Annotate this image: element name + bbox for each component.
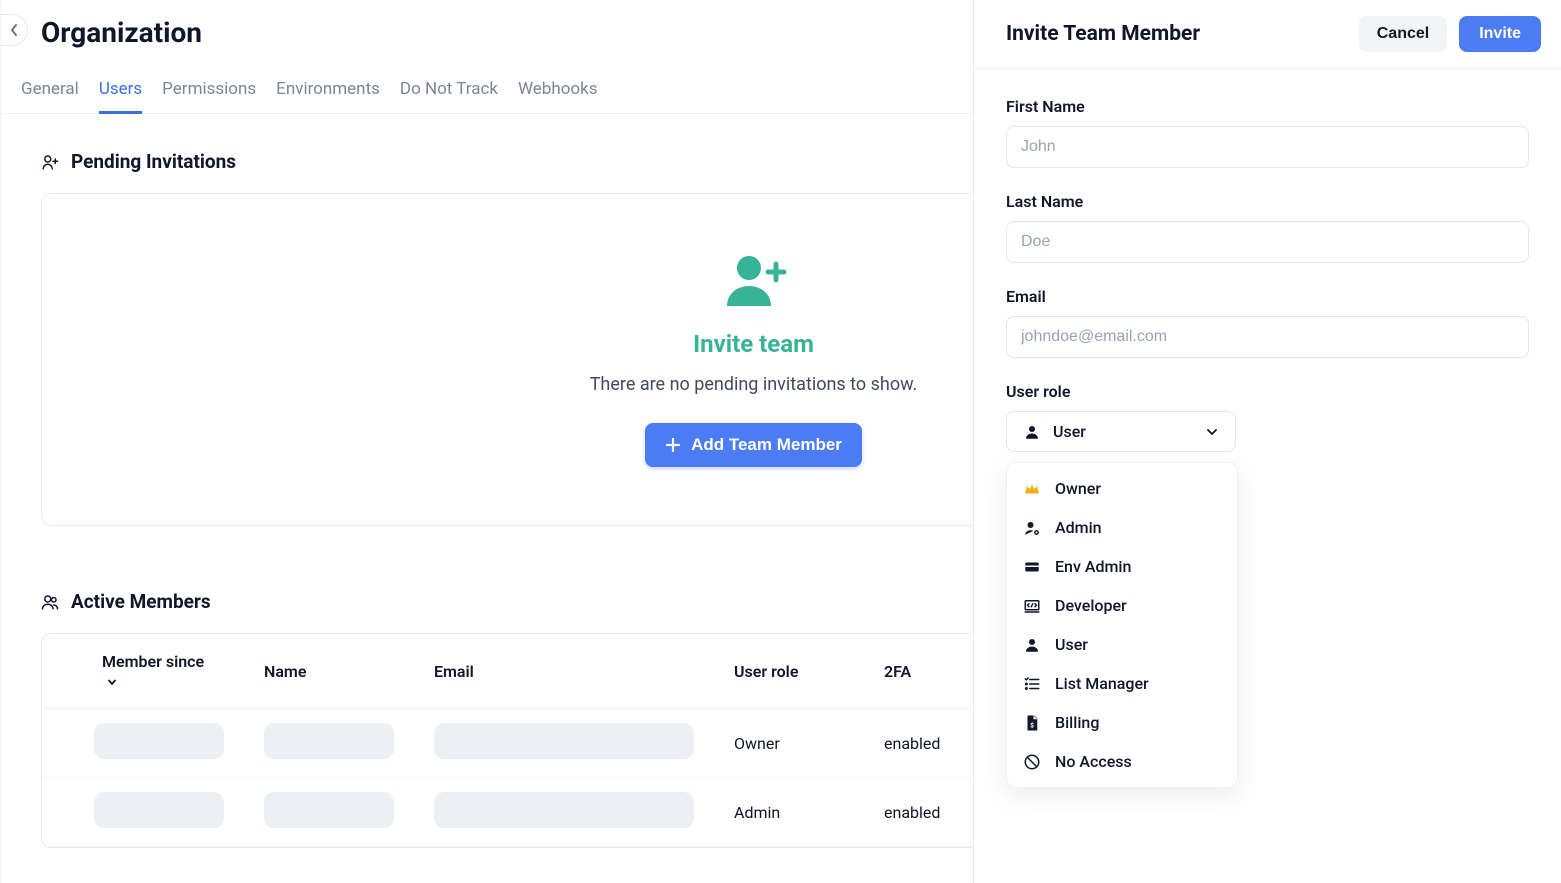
invite-button[interactable]: Invite [1459, 16, 1541, 52]
tab-general[interactable]: General [21, 69, 79, 113]
row-role: Admin [714, 778, 864, 847]
ban-icon [1023, 753, 1041, 771]
skeleton-placeholder [434, 723, 694, 759]
user-cog-icon [1023, 519, 1041, 537]
role-dropdown: Owner Admin Env Admin Developer User [1006, 462, 1238, 788]
skeleton-placeholder [264, 723, 394, 759]
role-select-value: User [1053, 422, 1086, 441]
skeleton-placeholder [434, 792, 694, 828]
skeleton-placeholder [264, 792, 394, 828]
email-label: Email [1006, 287, 1529, 306]
users-icon [41, 593, 59, 611]
role-option-developer[interactable]: Developer [1007, 586, 1237, 625]
chevron-down-icon [1205, 425, 1219, 439]
role-option-billing[interactable]: $ Billing [1007, 703, 1237, 742]
column-email[interactable]: Email [414, 634, 714, 709]
skeleton-placeholder [94, 792, 224, 828]
column-role[interactable]: User role [714, 634, 864, 709]
role-select[interactable]: User [1006, 411, 1236, 452]
first-name-field[interactable] [1006, 126, 1529, 168]
user-icon [1023, 423, 1041, 441]
column-member-since[interactable]: Member since [42, 634, 244, 709]
role-option-list-manager[interactable]: List Manager [1007, 664, 1237, 703]
row-role: Owner [714, 709, 864, 778]
tab-permissions[interactable]: Permissions [162, 69, 256, 113]
plus-icon [665, 437, 681, 453]
invite-hero-title: Invite team [693, 330, 814, 358]
skeleton-placeholder [94, 723, 224, 759]
tab-users[interactable]: Users [99, 69, 142, 113]
active-members-title: Active Members [71, 590, 211, 613]
tab-environments[interactable]: Environments [276, 69, 380, 113]
role-option-admin[interactable]: Admin [1007, 508, 1237, 547]
role-option-user[interactable]: User [1007, 625, 1237, 664]
add-team-member-label: Add Team Member [691, 435, 842, 455]
first-name-label: First Name [1006, 97, 1529, 116]
email-field[interactable] [1006, 316, 1529, 358]
file-dollar-icon: $ [1023, 714, 1041, 732]
drawer-body: First Name Last Name Email User role Use… [974, 69, 1561, 840]
developer-icon [1023, 597, 1041, 615]
user-icon [1023, 636, 1041, 654]
last-name-field[interactable] [1006, 221, 1529, 263]
tab-webhooks[interactable]: Webhooks [518, 69, 598, 113]
crown-icon [1023, 480, 1041, 498]
chevron-down-icon [106, 676, 118, 688]
card-icon [1023, 558, 1041, 576]
svg-text:$: $ [1030, 721, 1034, 729]
role-option-no-access[interactable]: No Access [1007, 742, 1237, 781]
user-plus-icon [41, 153, 59, 171]
tab-do-not-track[interactable]: Do Not Track [400, 69, 498, 113]
drawer-actions: Cancel Invite [1359, 16, 1541, 52]
column-name[interactable]: Name [244, 634, 414, 709]
drawer-header: Invite Team Member Cancel Invite [974, 0, 1561, 69]
invite-drawer: Invite Team Member Cancel Invite First N… [973, 0, 1561, 883]
list-icon [1023, 675, 1041, 693]
invite-hero-subtitle: There are no pending invitations to show… [590, 374, 918, 395]
role-option-owner[interactable]: Owner [1007, 469, 1237, 508]
pending-section-title: Pending Invitations [71, 150, 236, 173]
invite-team-icon [721, 254, 787, 308]
last-name-label: Last Name [1006, 192, 1529, 211]
cancel-button[interactable]: Cancel [1359, 16, 1447, 52]
drawer-title: Invite Team Member [1006, 22, 1200, 46]
role-option-env-admin[interactable]: Env Admin [1007, 547, 1237, 586]
role-label: User role [1006, 382, 1529, 401]
add-team-member-button[interactable]: Add Team Member [645, 423, 862, 467]
